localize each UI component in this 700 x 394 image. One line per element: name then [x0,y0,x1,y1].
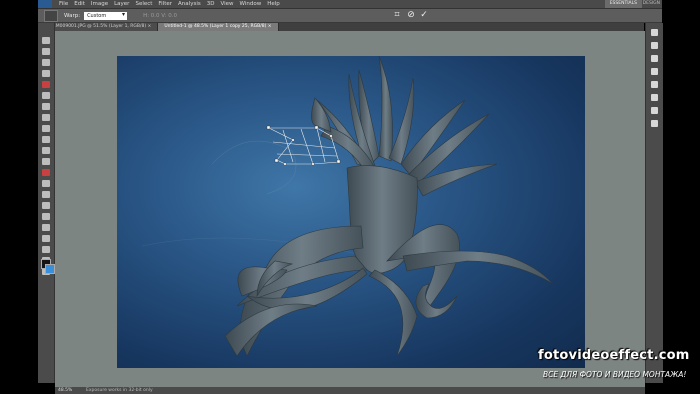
menu-image[interactable]: Image [88,1,111,7]
collapsed-panels [645,23,663,383]
marquee-tool-icon[interactable] [42,48,50,55]
lasso-tool-icon[interactable] [42,59,50,66]
menu-help[interactable]: Help [264,1,283,7]
styles-panel-icon[interactable] [651,55,658,62]
adjustments-panel-icon[interactable] [651,68,658,75]
menu-3d[interactable]: 3D [204,1,218,7]
menu-filter[interactable]: Filter [155,1,175,7]
document-canvas[interactable] [117,56,585,368]
color-panel-icon[interactable] [651,29,658,36]
warp-bend-fields[interactable]: H: 0.0 V: 0.0 [143,13,177,19]
dodge-tool-icon[interactable] [42,180,50,187]
checkmark-icon[interactable]: ✓ [419,10,429,20]
warp-style-select[interactable]: Custom [84,11,128,20]
quick-select-tool-icon[interactable] [42,70,50,77]
brush-tool-icon[interactable] [42,114,50,121]
tab-document-1[interactable]: 04M009001.JPG @ 51.5% (Layer 1, RGB/8) × [44,23,159,31]
blur-tool-icon[interactable] [42,169,50,176]
move-tool-icon[interactable] [42,37,50,44]
menu-window[interactable]: Window [237,1,265,7]
artwork [141,56,554,357]
crop-tool-icon[interactable] [42,81,50,88]
channels-panel-icon[interactable] [651,107,658,114]
pen-tool-icon[interactable] [42,191,50,198]
photoshop-logo[interactable] [38,0,52,8]
clone-stamp-tool-icon[interactable] [42,125,50,132]
eyedropper-tool-icon[interactable] [42,92,50,99]
zoom-level[interactable]: 48.5% [55,388,80,393]
layers-panel-icon[interactable] [651,94,658,101]
masks-panel-icon[interactable] [651,81,658,88]
cancel-icon[interactable]: ⊘ [406,10,416,20]
eraser-tool-icon[interactable] [42,147,50,154]
3d-camera-tool-icon[interactable] [42,246,50,253]
warp-handle[interactable] [266,125,271,130]
swatches-panel-icon[interactable] [651,42,658,49]
document-info[interactable]: Exposure works in 32-bit only [80,388,153,393]
guide-curve [211,140,297,195]
paths-panel-icon[interactable] [651,120,658,127]
tab-document-2[interactable]: Untitled-1 @ 48.5% (Layer 1 copy 25, RGB… [158,23,279,31]
workspace-design-button[interactable]: DESIGN [643,0,660,8]
healing-brush-tool-icon[interactable] [42,103,50,110]
status-bar: 48.5% Exposure works in 32-bit only [55,387,645,394]
warp-mode-icon[interactable]: ⌗ [392,10,402,20]
gradient-tool-icon[interactable] [42,158,50,165]
menu-bar: File Edit Image Layer Select Filter Anal… [38,0,662,9]
3d-rotate-tool-icon[interactable] [42,235,50,242]
path-select-tool-icon[interactable] [42,213,50,220]
menu-edit[interactable]: Edit [71,1,88,7]
document-tabs: 04M009001.JPG @ 51.5% (Layer 1, RGB/8) ×… [44,23,644,31]
history-brush-tool-icon[interactable] [42,136,50,143]
menu-view[interactable]: View [217,1,236,7]
workspace-essentials-button[interactable]: ESSENTIALS [604,0,642,8]
shape-tool-icon[interactable] [42,224,50,231]
watermark-title: fotovideoeffect.com [538,348,690,363]
menu-select[interactable]: Select [132,1,155,7]
tools-panel [38,23,55,383]
background-color-swatch[interactable] [45,264,55,274]
watermark-subtitle: ВСЕ ДЛЯ ФОТО И ВИДЕО МОНТАЖА! [543,370,687,379]
type-tool-icon[interactable] [42,202,50,209]
menu-analysis[interactable]: Analysis [175,1,204,7]
transform-tool-icon[interactable] [44,9,58,22]
menu-file[interactable]: File [56,1,71,7]
menu-layer[interactable]: Layer [111,1,132,7]
warp-label: Warp: [64,12,81,19]
options-bar: Warp: Custom H: 0.0 V: 0.0 ⌗ ⊘ ✓ [38,9,662,23]
